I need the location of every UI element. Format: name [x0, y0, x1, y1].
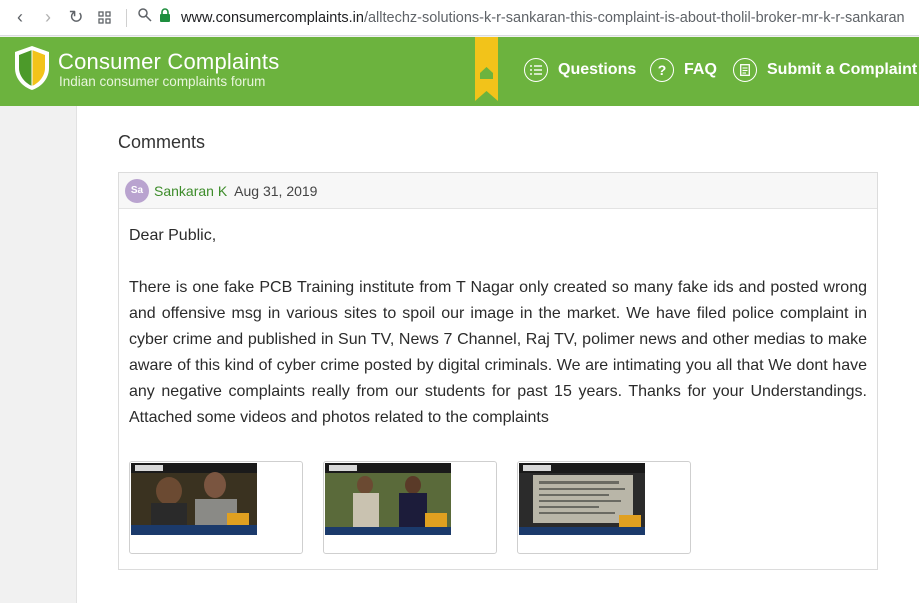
comment-text: There is one fake PCB Training institute…: [129, 279, 867, 426]
question-mark-icon: ?: [650, 58, 674, 82]
shield-logo-icon[interactable]: [12, 44, 52, 92]
nav-questions-label: Questions: [558, 61, 637, 78]
attachment-thumbnail-2[interactable]: [323, 461, 497, 554]
avatar[interactable]: Sa: [125, 178, 149, 203]
comments-heading: Comments: [118, 132, 206, 152]
video-thumbnail-image: [131, 463, 257, 535]
attachment-thumbnail-3[interactable]: [517, 461, 691, 554]
comment-card: Sa Sankaran K Aug 31, 2019 Dear Public, …: [118, 172, 878, 570]
lock-icon[interactable]: [159, 8, 171, 27]
main-content: Comments Sa Sankaran K Aug 31, 2019 Dear…: [76, 106, 919, 603]
home-bookmark-icon[interactable]: [475, 37, 498, 101]
comment-body: Dear Public, There is one fake PCB Train…: [129, 223, 867, 457]
reload-icon[interactable]: ↻: [62, 4, 90, 32]
address-bar[interactable]: www.consumercomplaints.in/alltechz-solut…: [181, 10, 919, 26]
comment-header: Sa Sankaran K Aug 31, 2019: [119, 173, 877, 209]
nav-faq-label: FAQ: [684, 61, 717, 78]
apps-grid-icon[interactable]: [90, 4, 118, 32]
browser-toolbar: ‹ › ↻ www.consumercomplaints.in/alltechz…: [0, 0, 919, 36]
document-icon: [733, 58, 757, 82]
video-thumbnail-image: [519, 463, 645, 535]
site-header: Consumer Complaints Indian consumer comp…: [0, 37, 919, 106]
list-icon: [524, 58, 548, 82]
brand-title[interactable]: Consumer Complaints: [58, 49, 279, 75]
search-key-icon[interactable]: [137, 7, 153, 28]
comment-author-link[interactable]: Sankaran K: [154, 183, 227, 199]
url-path: /alltechz-solutions-k-r-sankaran-this-co…: [363, 9, 905, 26]
nav-submit-complaint[interactable]: Submit a Complaint: [733, 57, 917, 83]
comment-date: Aug 31, 2019: [234, 182, 318, 199]
nav-submit-label: Submit a Complaint: [767, 61, 918, 78]
nav-faq[interactable]: ? FAQ: [650, 57, 717, 83]
brand-subtitle: Indian consumer complaints forum: [59, 74, 266, 89]
attachment-thumbnail-1[interactable]: [129, 461, 303, 554]
toolbar-divider: [126, 8, 127, 27]
forward-arrow-icon[interactable]: ›: [34, 4, 62, 32]
nav-questions[interactable]: Questions: [524, 57, 636, 83]
url-host: www.consumercomplaints.in: [181, 9, 364, 26]
comment-greeting: Dear Public,: [129, 227, 217, 244]
back-arrow-icon[interactable]: ‹: [6, 4, 34, 32]
attachment-list: [129, 461, 711, 554]
video-thumbnail-image: [325, 463, 451, 535]
